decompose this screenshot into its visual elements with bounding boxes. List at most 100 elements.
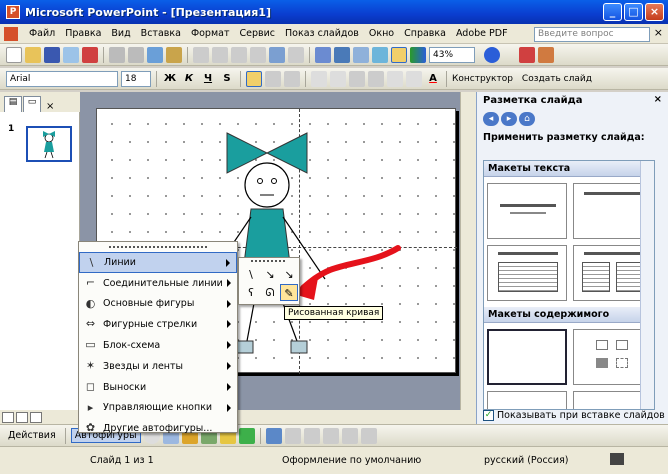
layout-title-content[interactable] (487, 391, 567, 409)
line-style-icon[interactable] (303, 427, 320, 444)
new-icon[interactable] (6, 46, 22, 63)
expand-all-icon[interactable] (353, 46, 369, 63)
font-select[interactable]: Arial (6, 70, 118, 87)
slide-thumbnail[interactable] (26, 126, 72, 162)
align-right-icon[interactable] (284, 70, 300, 87)
task-pane-scrollbar[interactable] (640, 161, 654, 409)
adobe-review-icon[interactable] (538, 46, 554, 63)
normal-view-icon[interactable] (2, 411, 14, 423)
show-on-insert-option[interactable]: ✓ Показывать при вставке слайдов (483, 410, 665, 421)
double-arrow-icon[interactable]: ↘ (280, 266, 298, 283)
cut-icon[interactable] (193, 46, 209, 63)
menu-adobe-pdf[interactable]: Adobe PDF (451, 28, 513, 39)
task-pane-close-icon[interactable]: × (654, 94, 662, 105)
bold-button[interactable]: Ж (162, 73, 178, 84)
arrow-icon[interactable]: ↘ (261, 266, 279, 283)
close-button[interactable]: × (645, 3, 664, 21)
pdf-icon[interactable] (82, 46, 98, 63)
menu-file[interactable]: Файл (24, 28, 60, 39)
layout-title-slide[interactable] (487, 183, 567, 239)
diagram-icon[interactable] (265, 427, 282, 444)
sorter-view-icon[interactable] (16, 411, 28, 423)
permission-icon[interactable] (63, 46, 79, 63)
menu-window[interactable]: Окно (364, 28, 399, 39)
vertical-scrollbar[interactable] (460, 92, 476, 410)
menu-item-stars-banners[interactable]: ✶ Звезды и ленты (79, 356, 237, 377)
undo-icon[interactable] (269, 46, 285, 63)
table-icon[interactable] (334, 46, 350, 63)
menu-slideshow[interactable]: Показ слайдов (280, 28, 364, 39)
designer-button[interactable]: Конструктор (452, 74, 513, 84)
menu-item-action-buttons[interactable]: ▸ Управляющие кнопки (79, 398, 237, 419)
new-slide-button[interactable]: Создать слайд (522, 74, 592, 84)
menu-item-flowchart[interactable]: ▭ Блок-схема (79, 335, 237, 356)
slideshow-view-icon[interactable] (30, 411, 42, 423)
menu-item-connectors[interactable]: ⌐ Соединительные линии (79, 273, 237, 294)
grid-icon[interactable] (391, 46, 407, 63)
menu-help[interactable]: Справка (399, 28, 451, 39)
show-on-insert-checkbox[interactable]: ✓ (483, 410, 494, 421)
forward-icon[interactable]: ▸ (501, 112, 517, 126)
font-size-select[interactable]: 18 (121, 70, 151, 87)
increase-font-icon[interactable] (349, 70, 365, 87)
layout-blank[interactable] (487, 329, 567, 385)
increase-indent-icon[interactable] (406, 70, 422, 87)
powerpoint-app-icon[interactable]: P (6, 5, 20, 19)
menu-insert[interactable]: Вставка (136, 28, 186, 39)
italic-button[interactable]: К (181, 73, 197, 84)
home-icon[interactable]: ⌂ (519, 112, 535, 126)
menu-item-more-autoshapes[interactable]: ✿ Другие автофигуры... (79, 418, 237, 439)
underline-button[interactable]: Ч (200, 73, 216, 84)
tab-outline[interactable]: ▤ (4, 96, 22, 112)
font-color-button[interactable]: A (425, 73, 441, 84)
open-icon[interactable] (25, 46, 41, 63)
zoom-field[interactable]: 43% (429, 46, 475, 63)
copy-icon[interactable] (212, 46, 228, 63)
research-icon[interactable] (166, 46, 182, 63)
decrease-font-icon[interactable] (368, 70, 384, 87)
tab-slides[interactable]: ▭ (23, 96, 41, 112)
line-icon[interactable]: \ (242, 266, 260, 283)
doc-icon[interactable] (4, 26, 18, 41)
menu-grip[interactable] (109, 242, 207, 252)
menu-item-block-arrows[interactable]: ⇔ Фигурные стрелки (79, 314, 237, 335)
menu-item-basic-shapes[interactable]: ◐ Основные фигуры (79, 294, 237, 315)
actions-button[interactable]: Действия (4, 428, 60, 443)
menu-tools[interactable]: Сервис (234, 28, 280, 39)
shadow-button[interactable]: S (219, 73, 235, 84)
format-painter-icon[interactable] (250, 46, 266, 63)
print-icon[interactable] (109, 46, 125, 63)
numbering-icon[interactable] (311, 70, 327, 87)
curve-icon[interactable]: ʕ (242, 284, 260, 301)
decrease-indent-icon[interactable] (387, 70, 403, 87)
maximize-button[interactable]: □ (624, 3, 643, 21)
paste-icon[interactable] (231, 46, 247, 63)
line-color-icon[interactable] (238, 427, 255, 444)
freeform-icon[interactable]: ᘏ (261, 284, 279, 301)
chart-icon[interactable] (315, 46, 331, 63)
spelling-icon[interactable] (147, 46, 163, 63)
align-left-icon[interactable] (246, 70, 262, 87)
save-icon[interactable] (44, 46, 60, 63)
color-grayscale-icon[interactable] (410, 46, 426, 63)
help-search-input[interactable]: Введите вопрос (534, 27, 650, 42)
layout-tool-icon[interactable] (284, 427, 301, 444)
arrow-style-icon[interactable] (341, 427, 358, 444)
adobe-icon[interactable] (519, 46, 535, 63)
menu-view[interactable]: Вид (106, 28, 135, 39)
layout-title-text[interactable] (487, 245, 567, 301)
align-center-icon[interactable] (265, 70, 281, 87)
preview-icon[interactable] (128, 46, 144, 63)
scribble-icon[interactable]: ✎ (280, 284, 298, 301)
shadow-style-icon[interactable] (360, 427, 377, 444)
formatting-icon[interactable] (372, 46, 388, 63)
back-icon[interactable]: ◂ (483, 112, 499, 126)
menu-item-callouts[interactable]: ◻ Выноски (79, 377, 237, 398)
menu-edit[interactable]: Правка (60, 28, 106, 39)
menu-format[interactable]: Формат (186, 28, 235, 39)
document-close-icon[interactable]: × (654, 26, 663, 39)
redo-icon[interactable] (288, 46, 304, 63)
dash-style-icon[interactable] (322, 427, 339, 444)
close-pane-icon[interactable]: × (46, 101, 54, 112)
bullets-icon[interactable] (330, 70, 346, 87)
